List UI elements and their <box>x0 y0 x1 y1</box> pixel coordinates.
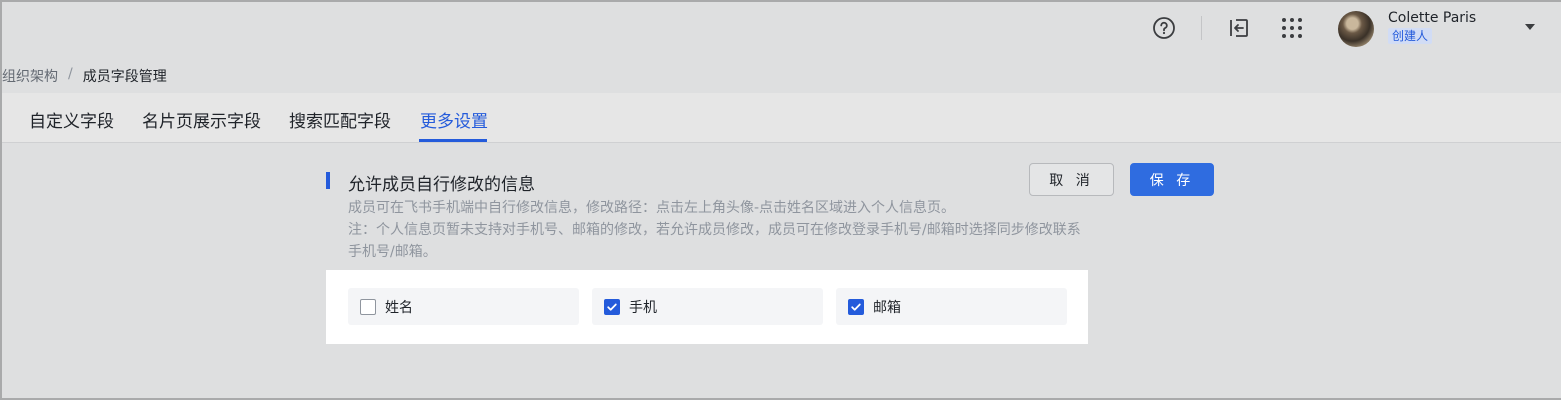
checkmark-icon <box>607 303 617 311</box>
help-circle-icon[interactable] <box>1152 16 1176 40</box>
options-card: 姓名 手机 邮箱 <box>326 270 1088 344</box>
avatar[interactable] <box>1338 11 1374 47</box>
user-name[interactable]: Colette Paris <box>1388 10 1476 26</box>
option-name[interactable]: 姓名 <box>348 288 579 325</box>
tab-search-match-fields[interactable]: 搜索匹配字段 <box>289 107 391 132</box>
breadcrumb-separator: / <box>68 66 73 82</box>
cancel-button[interactable]: 取 消 <box>1029 163 1114 196</box>
email-checkbox[interactable] <box>848 298 864 315</box>
app-grid-icon[interactable] <box>1280 16 1304 40</box>
option-email-label: 邮箱 <box>873 299 901 316</box>
save-button[interactable]: 保 存 <box>1130 163 1214 196</box>
top-bar <box>2 2 1561 92</box>
option-phone-label: 手机 <box>629 299 657 316</box>
breadcrumb: 组织架构 / 成员字段管理 <box>2 66 167 86</box>
exit-admin-icon[interactable] <box>1227 16 1251 40</box>
name-checkbox[interactable] <box>360 298 376 315</box>
tab-more-settings[interactable]: 更多设置 <box>420 107 488 132</box>
active-tab-indicator <box>419 139 487 142</box>
chevron-down-icon[interactable] <box>1525 24 1535 30</box>
breadcrumb-parent[interactable]: 组织架构 <box>2 66 58 86</box>
section-accent-bar <box>326 172 330 189</box>
option-name-label: 姓名 <box>385 299 413 316</box>
section-title: 允许成员自行修改的信息 <box>348 175 535 195</box>
header-divider <box>1201 16 1202 40</box>
tab-card-display-fields[interactable]: 名片页展示字段 <box>142 107 261 132</box>
user-role-badge: 创建人 <box>1388 28 1433 44</box>
breadcrumb-current: 成员字段管理 <box>82 69 167 85</box>
option-phone[interactable]: 手机 <box>592 288 823 325</box>
section-note: 注：个人信息页暂未支持对手机号、邮箱的修改，若允许成员修改，成员可在修改登录手机… <box>348 222 1081 260</box>
option-email[interactable]: 邮箱 <box>836 288 1067 325</box>
tab-custom-fields[interactable]: 自定义字段 <box>29 107 114 132</box>
section-description: 成员可在飞书手机端中自行修改信息，修改路径：点击左上角头像-点击姓名区域进入个人… <box>348 200 956 216</box>
checkmark-icon <box>851 303 861 311</box>
phone-checkbox[interactable] <box>604 298 620 315</box>
